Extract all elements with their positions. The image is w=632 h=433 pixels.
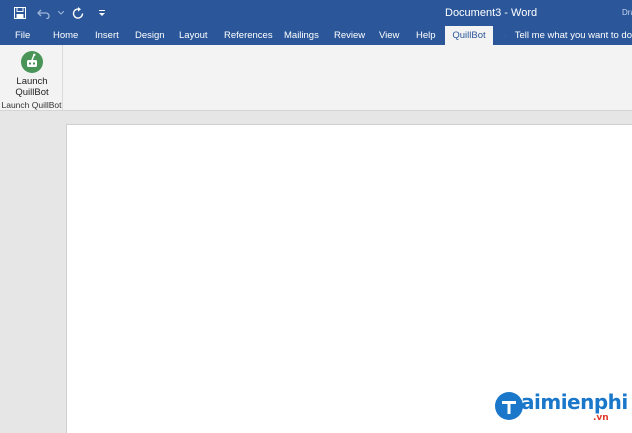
tab-design[interactable]: Design <box>135 26 165 45</box>
watermark-suffix: .vn <box>593 413 609 423</box>
tab-review[interactable]: Review <box>334 26 365 45</box>
ribbon-panel: Launch QuillBot Launch QuillBot <box>0 45 632 111</box>
document-page[interactable] <box>66 124 632 433</box>
tab-insert[interactable]: Insert <box>95 26 119 45</box>
customize-qat-button[interactable] <box>90 3 114 23</box>
tell-me-label: Tell me what you want to do <box>514 30 632 41</box>
launch-label-line1: Launch <box>16 76 48 87</box>
tab-quillbot[interactable]: QuillBot <box>445 26 493 45</box>
chevron-down-icon <box>58 11 64 15</box>
undo-dropdown-button[interactable] <box>56 3 66 23</box>
tab-references[interactable]: References <box>224 26 273 45</box>
tab-layout[interactable]: Layout <box>179 26 208 45</box>
tab-home[interactable]: Home <box>53 26 78 45</box>
launch-label-line2: QuillBot <box>15 87 49 98</box>
corner-text: Dra <box>622 8 632 17</box>
taimienphi-logo-icon <box>495 392 523 420</box>
redo-icon <box>72 6 83 19</box>
quillbot-icon <box>21 51 43 73</box>
undo-icon <box>37 9 50 19</box>
group-label: Launch QuillBot <box>1 100 62 110</box>
tab-mailings[interactable]: Mailings <box>284 26 319 45</box>
watermark-logo: aimienphi .vn <box>494 388 628 428</box>
save-icon <box>14 7 26 19</box>
document-area <box>0 111 632 433</box>
window-title: Document3 - Word <box>445 7 538 19</box>
watermark-text: aimienphi <box>521 390 628 414</box>
title-bar: Document3 - Word Dra <box>0 0 632 26</box>
launch-quillbot-group: Launch QuillBot Launch QuillBot <box>0 45 63 111</box>
redo-button[interactable] <box>66 3 90 23</box>
launch-quillbot-button[interactable]: Launch QuillBot <box>4 48 60 98</box>
lightbulb-icon <box>505 35 506 36</box>
tab-help[interactable]: Help <box>416 26 436 45</box>
tab-view[interactable]: View <box>379 26 399 45</box>
undo-button[interactable] <box>32 3 56 23</box>
tell-me-search[interactable]: Tell me what you want to do <box>498 26 632 45</box>
customize-qat-icon <box>99 10 105 16</box>
ribbon-tab-bar: File Home Insert Design Layout Reference… <box>0 26 632 45</box>
quick-access-toolbar <box>8 3 114 23</box>
tab-file[interactable]: File <box>15 26 30 45</box>
save-button[interactable] <box>8 3 32 23</box>
